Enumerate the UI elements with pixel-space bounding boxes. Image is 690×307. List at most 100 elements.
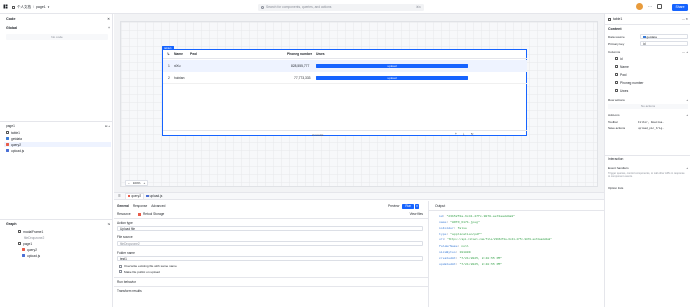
avatar[interactable] <box>636 3 643 10</box>
tab-list-icon[interactable]: ☰ <box>118 194 121 198</box>
table-row[interactable]: 1 xiXu 828,555,777 upload <box>163 60 527 72</box>
column-item-phone[interactable]: Phoneg number <box>615 80 643 85</box>
zoom-in-icon[interactable]: + <box>143 181 145 185</box>
zoom-out-icon[interactable]: − <box>128 181 130 185</box>
column-header-uwes[interactable]: Uwes <box>316 52 325 56</box>
inspector-more-icon[interactable]: ⋯ ✕ <box>682 17 688 21</box>
column-header-name[interactable]: Name <box>174 52 183 56</box>
graph-item-modalframe1[interactable]: modalFrame1 <box>18 229 43 234</box>
add-ons-add-icon[interactable]: + <box>686 113 688 117</box>
output-line: url: "https://api.retool.com/file/23b52f… <box>439 238 552 241</box>
event-add-icon[interactable]: + <box>686 166 688 170</box>
retool-logo-icon <box>3 4 8 9</box>
table-header: ↳ Name Pwd Phoneg number Uwes <box>163 50 527 59</box>
graph-item-page1[interactable]: page1 <box>18 241 32 246</box>
upload-button[interactable]: upload <box>316 63 468 68</box>
graph-item-upload-js[interactable]: upload.js <box>22 253 40 258</box>
output-title: Output <box>435 204 446 208</box>
file-source-label: File source <box>117 235 133 239</box>
graph-item-filedropzone2[interactable]: fileDropzone2 <box>24 235 44 240</box>
subtab-advanced[interactable]: Advanced <box>151 204 165 208</box>
query-editor: ☰ query2 upload.js General Response Adva… <box>114 192 604 307</box>
content-section[interactable]: Content <box>608 27 622 31</box>
more-icon[interactable]: ⋯ <box>648 4 652 9</box>
save-actions-addon[interactable]: Save actions upload_pic_trig… <box>608 126 688 130</box>
breadcrumb-workspace[interactable]: 个人文档 <box>17 5 31 10</box>
inspector-title[interactable]: table1 <box>613 17 622 21</box>
primary-key-select[interactable]: id <box>640 41 688 46</box>
output-line: isFolder: false <box>439 226 467 230</box>
refresh-icon[interactable]: ↻ <box>471 132 474 136</box>
page-filter-icon[interactable]: ⊟ + <box>105 124 110 128</box>
file-item-getdata[interactable]: getdata <box>6 136 22 141</box>
column-item-uwes[interactable]: Uwes <box>615 88 628 93</box>
subtab-general[interactable]: General <box>117 204 129 208</box>
global-label: Global <box>6 26 18 30</box>
table-component[interactable]: ↳ Name Pwd Phoneg number Uwes 1 xiXu 828… <box>162 49 527 137</box>
overwrite-checkbox-row[interactable]: Overwrite existing file with same name <box>119 264 177 268</box>
folder-name-input[interactable]: test1 <box>117 256 423 261</box>
interaction-section[interactable]: Interaction <box>608 157 623 161</box>
app-logo[interactable] <box>3 4 8 9</box>
toolbar-addon[interactable]: Toolbar Filter, Downloa… <box>608 120 688 124</box>
tab-upload-js[interactable]: upload.js <box>144 194 164 199</box>
breadcrumb-home-icon[interactable] <box>12 5 15 9</box>
preview-icon[interactable] <box>657 4 662 9</box>
preview-button[interactable]: Preview <box>388 204 399 208</box>
search-input[interactable]: Search for components, queries, and acti… <box>266 5 331 9</box>
query-config: General Response Advanced Preview Run ▾ … <box>114 201 428 307</box>
output-line: sizeBytes: 191809 <box>439 250 471 254</box>
output-line: updatedAt: "7/21/2025, 8:48:55 PM" <box>439 262 503 266</box>
chevron-down-icon[interactable]: ▾ <box>48 5 50 9</box>
js-icon <box>6 149 9 152</box>
download-icon[interactable]: ⤓ <box>463 132 464 136</box>
search-bar[interactable]: Search for components, queries, and acti… <box>258 3 424 11</box>
output-line: createdAt: "7/21/2025, 8:48:55 PM" <box>439 256 503 260</box>
graph-expand-icon[interactable]: ⇲ <box>107 222 110 226</box>
public-checkbox[interactable] <box>119 270 122 273</box>
public-checkbox-row[interactable]: Make file public on upload <box>119 270 160 274</box>
column-type-icon <box>615 81 618 84</box>
column-item-id[interactable]: id <box>615 56 623 61</box>
breadcrumb-page[interactable]: page1 <box>36 5 46 9</box>
add-row-icon[interactable]: + <box>455 132 457 136</box>
run-behavior-section[interactable]: Run behavior <box>117 280 136 284</box>
transform-section[interactable]: Transform results <box>117 289 142 293</box>
column-item-pwd[interactable]: Pwd <box>615 72 626 77</box>
columns-add-icon[interactable]: ⋯ + <box>682 50 688 54</box>
run-button[interactable]: Run <box>402 203 415 209</box>
row-actions-add-icon[interactable]: + <box>686 98 688 102</box>
table-row[interactable]: 2 huixian 77,773,333 upload <box>163 72 527 84</box>
global-section[interactable]: Global + <box>6 26 110 30</box>
file-source-input[interactable]: fileDropzone2 <box>117 241 423 246</box>
view-files-link[interactable]: View files <box>410 212 423 216</box>
subtab-response[interactable]: Response <box>133 204 147 208</box>
add-ons-header: Add-ons + <box>608 113 688 117</box>
graph-header[interactable]: Graph ⇲ <box>6 222 110 226</box>
file-item-table1[interactable]: table1 <box>6 130 20 135</box>
close-icon[interactable]: ✕ <box>107 17 110 21</box>
file-item-upload-js[interactable]: upload.js <box>6 148 24 153</box>
file-item-query2[interactable]: query2 <box>4 142 111 147</box>
zoom-control[interactable]: − 100% + <box>125 180 149 186</box>
tab-query2[interactable]: query2 <box>124 192 145 200</box>
resource-select[interactable]: Retool Storage <box>138 212 164 216</box>
share-button[interactable]: Share <box>672 3 688 11</box>
query-icon <box>643 35 646 38</box>
column-type-icon <box>615 89 618 92</box>
data-source-select[interactable]: getdata <box>640 34 688 39</box>
column-item-name[interactable]: Name <box>615 64 629 69</box>
option-lists[interactable]: Option lists <box>608 186 623 190</box>
column-header-pwd[interactable]: Pwd <box>190 52 197 56</box>
overwrite-checkbox[interactable] <box>119 264 122 268</box>
run-dropdown-icon[interactable]: ▾ <box>415 203 419 209</box>
global-add-icon[interactable]: + <box>108 26 110 30</box>
column-header-phone[interactable]: Phoneg number <box>287 52 312 56</box>
page-section-header[interactable]: page1 ⊟ + <box>6 124 110 128</box>
action-type-select[interactable]: Upload file <box>117 226 423 231</box>
js-icon <box>146 194 149 197</box>
storage-icon <box>6 143 9 146</box>
graph-label: Graph <box>6 222 17 226</box>
upload-button[interactable]: upload <box>316 75 468 80</box>
graph-item-query2[interactable]: query2 <box>22 247 37 252</box>
